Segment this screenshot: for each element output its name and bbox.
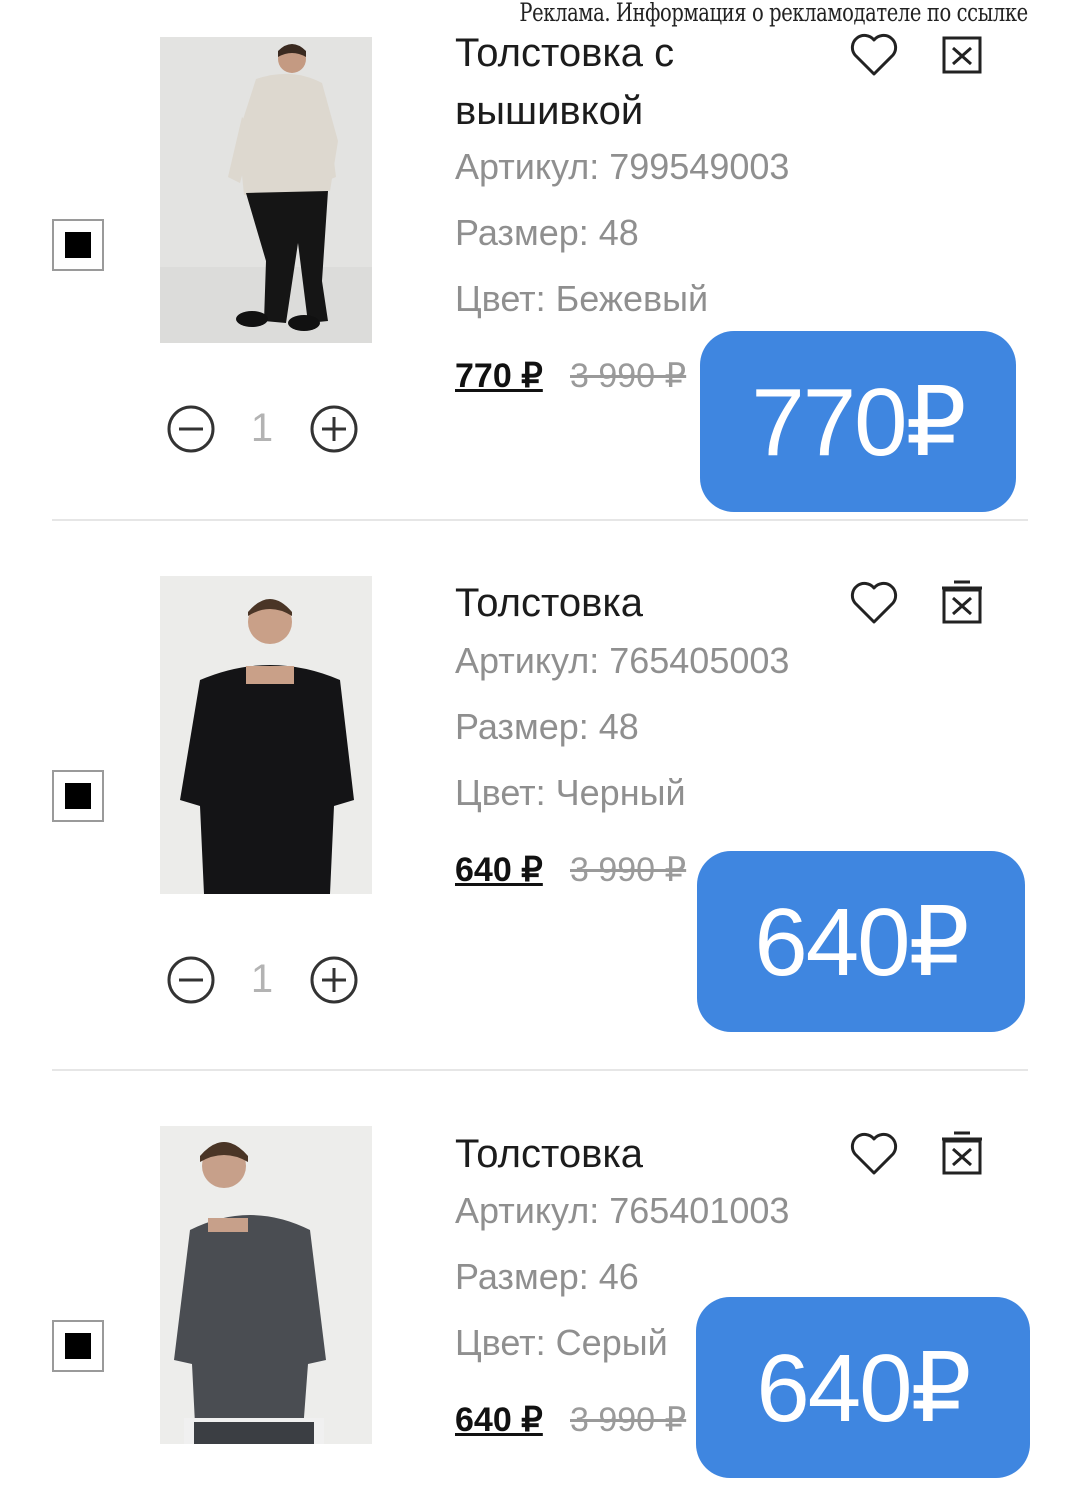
product-size: Размер: 48 xyxy=(455,706,639,747)
heart-icon[interactable] xyxy=(846,1125,902,1181)
plus-icon[interactable] xyxy=(309,955,359,1005)
trash-icon[interactable] xyxy=(934,1125,990,1181)
checkbox-mark xyxy=(65,783,91,809)
product-color: Цвет: Серый xyxy=(455,1322,668,1363)
minus-icon[interactable] xyxy=(166,404,216,454)
product-article: Артикул: 765401003 xyxy=(455,1190,790,1231)
ad-disclaimer[interactable]: Реклама. Информация о рекламодателе по с… xyxy=(520,0,1029,27)
item-checkbox[interactable] xyxy=(52,770,104,822)
price-badge: 770₽ xyxy=(700,331,1016,512)
product-size: Размер: 46 xyxy=(455,1256,639,1297)
plus-icon[interactable] xyxy=(309,404,359,454)
heart-icon[interactable] xyxy=(846,26,902,82)
product-title[interactable]: Толстовка xyxy=(455,574,845,632)
product-price: 640 ₽ xyxy=(455,851,543,889)
product-color: Цвет: Бежевый xyxy=(455,278,709,319)
product-price: 640 ₽ xyxy=(455,1401,543,1439)
product-photo[interactable] xyxy=(160,37,372,343)
checkbox-mark xyxy=(65,1333,91,1359)
minus-icon[interactable] xyxy=(166,955,216,1005)
divider xyxy=(52,1069,1028,1071)
product-old-price: 3 990 ₽ xyxy=(570,851,687,889)
divider xyxy=(52,519,1028,521)
checkbox-mark xyxy=(65,232,91,258)
trash-icon[interactable] xyxy=(934,26,990,82)
product-size: Размер: 48 xyxy=(455,212,639,253)
product-price: 770 ₽ xyxy=(455,357,543,395)
heart-icon[interactable] xyxy=(846,574,902,630)
product-article: Артикул: 799549003 xyxy=(455,146,790,187)
item-checkbox[interactable] xyxy=(52,1320,104,1372)
product-color: Цвет: Черный xyxy=(455,772,686,813)
quantity-value: 1 xyxy=(250,406,274,450)
product-old-price: 3 990 ₽ xyxy=(570,357,687,395)
product-title[interactable]: Толстовка xyxy=(455,1125,845,1183)
product-title[interactable]: Толстовка с вышивкой xyxy=(455,24,845,140)
item-checkbox[interactable] xyxy=(52,219,104,271)
trash-icon[interactable] xyxy=(934,574,990,630)
price-badge: 640₽ xyxy=(696,1297,1030,1478)
product-old-price: 3 990 ₽ xyxy=(570,1401,687,1439)
product-photo[interactable] xyxy=(160,576,372,894)
product-photo[interactable] xyxy=(160,1126,372,1444)
quantity-value: 1 xyxy=(250,957,274,1001)
price-badge: 640₽ xyxy=(697,851,1025,1032)
product-article: Артикул: 765405003 xyxy=(455,640,790,681)
